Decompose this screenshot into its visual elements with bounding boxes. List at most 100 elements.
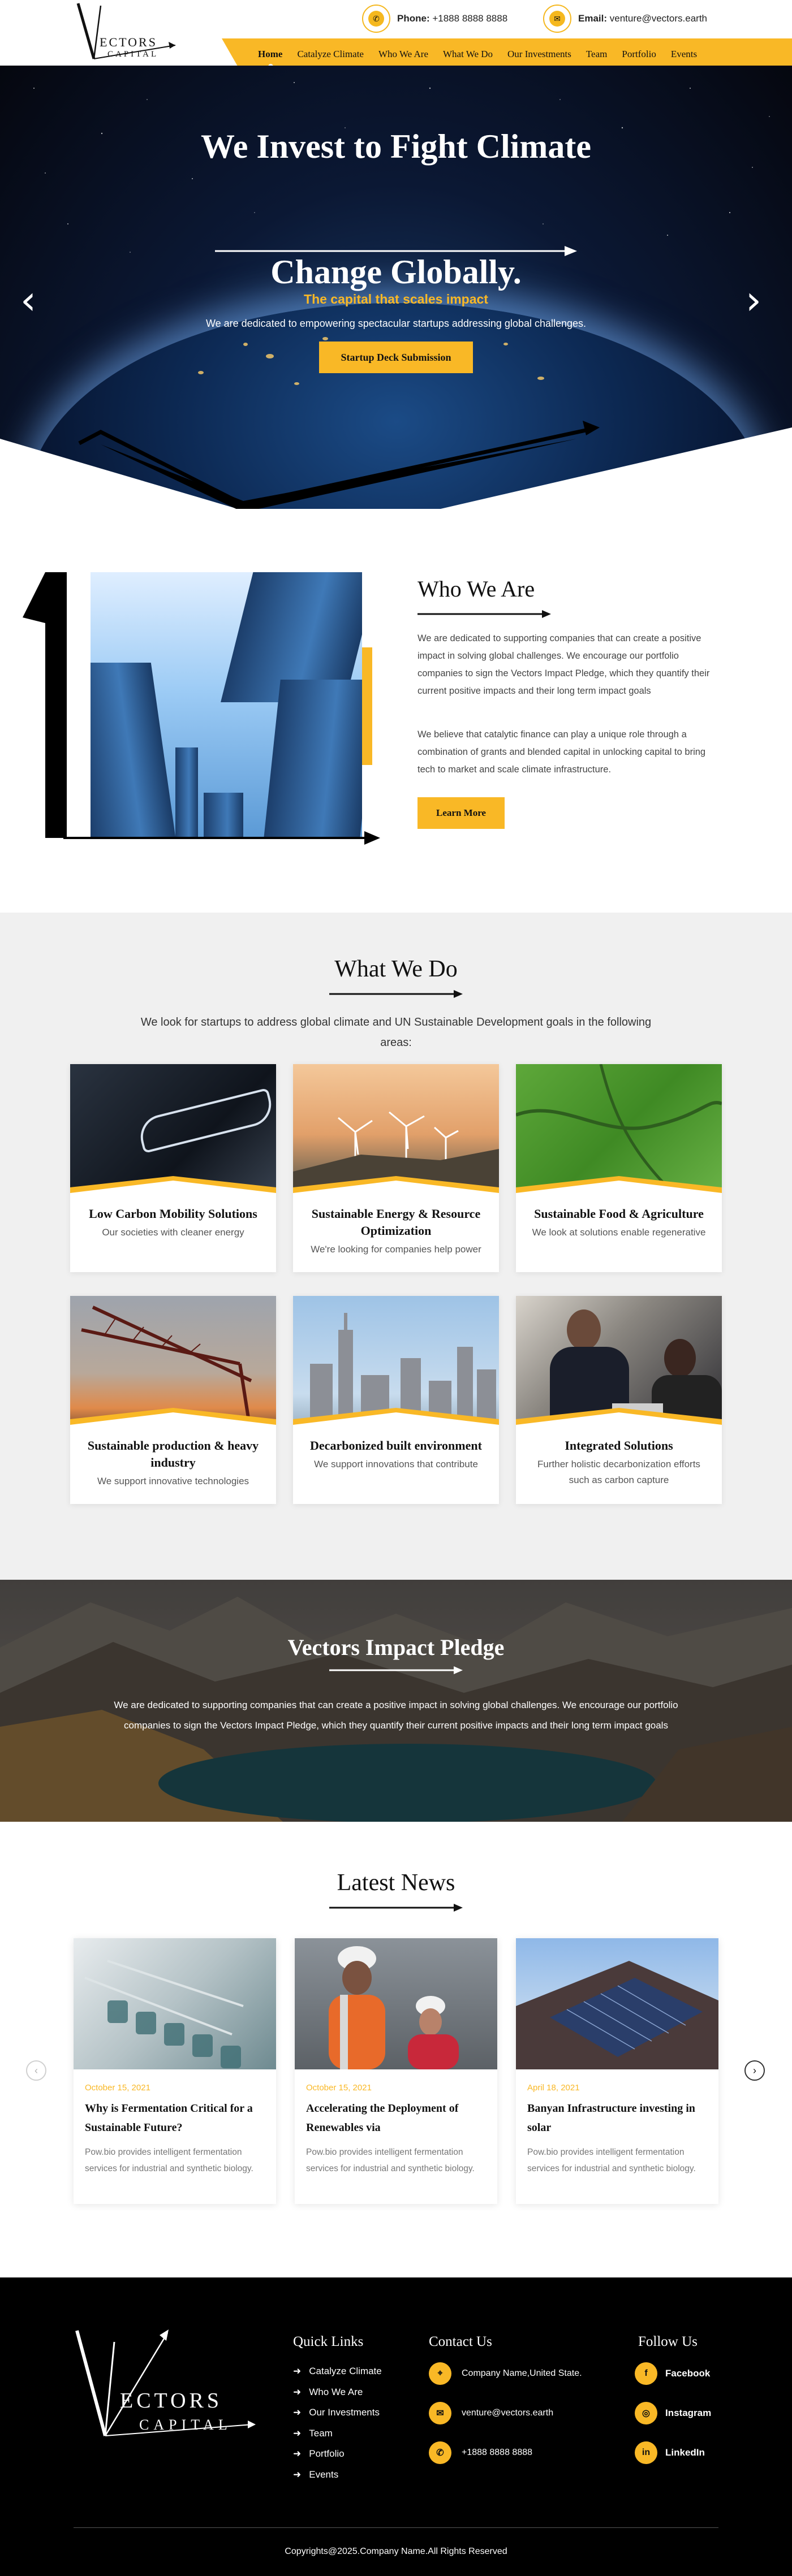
skyscrapers-image bbox=[91, 572, 362, 838]
what-we-do-intro: We look for startups to address global c… bbox=[140, 1016, 652, 1049]
chevron-left-icon[interactable]: ‹ bbox=[26, 2060, 46, 2081]
startup-deck-button[interactable]: Startup Deck Submission bbox=[319, 342, 473, 373]
news-excerpt: Pow.bio provides intelligent fermentatio… bbox=[306, 2147, 475, 2173]
arrow-right-icon: ➜ bbox=[293, 2386, 302, 2397]
area-card-text: Further holistic decarbonization efforts… bbox=[537, 1459, 700, 1485]
area-card-title: Decarbonized built environment bbox=[310, 1438, 482, 1453]
footer-logo-text-top: ECTORS bbox=[120, 2389, 223, 2413]
pledge-text: We are dedicated to supporting companies… bbox=[114, 1700, 678, 1731]
quick-link-label: Who We Are bbox=[309, 2386, 363, 2397]
what-we-do-section: What We Do We look for startups to addre… bbox=[0, 913, 792, 1580]
header-phone[interactable]: ✆ Phone: +1888 8888 8888 bbox=[362, 5, 507, 33]
area-card-energy[interactable]: Sustainable Energy & Resource Optimizati… bbox=[293, 1064, 499, 1272]
area-card-text: We're looking for companies help power bbox=[311, 1244, 481, 1255]
contact-us-title: Contact Us bbox=[429, 2334, 492, 2349]
green-fields-image bbox=[516, 1064, 722, 1204]
quick-link-events[interactable]: ➜ Events bbox=[293, 2465, 382, 2486]
phone-label: Phone: bbox=[397, 13, 430, 24]
news-card[interactable]: April 18, 2021 Banyan Infrastructure inv… bbox=[516, 1938, 718, 2204]
social-facebook[interactable]: f Facebook bbox=[635, 2362, 710, 2385]
quick-link-catalyze-climate[interactable]: ➜ Catalyze Climate bbox=[293, 2361, 382, 2382]
nav-events[interactable]: Events bbox=[671, 49, 697, 60]
area-card-text: We support innovations that contribute bbox=[314, 1459, 478, 1469]
arrow-right-icon bbox=[63, 831, 380, 845]
news-date: October 15, 2021 bbox=[85, 2083, 150, 2093]
arrow-right-icon bbox=[329, 1904, 463, 1912]
footer-phone[interactable]: ✆ +1888 8888 8888 bbox=[429, 2441, 532, 2464]
who-we-are-title: Who We Are bbox=[417, 576, 535, 602]
who-we-are-section: Who We Are We are dedicated to supportin… bbox=[0, 509, 792, 913]
quick-link-label: Portfolio bbox=[309, 2448, 345, 2459]
quick-link-our-investments[interactable]: ➜ Our Investments bbox=[293, 2402, 382, 2423]
news-title[interactable]: Banyan Infrastructure investing in solar bbox=[527, 2099, 708, 2137]
quick-link-label: Events bbox=[309, 2469, 339, 2480]
chevron-right-icon[interactable]: › bbox=[746, 280, 761, 320]
social-instagram[interactable]: ◎ Instagram bbox=[635, 2402, 711, 2424]
quick-link-portfolio[interactable]: ➜ Portfolio bbox=[293, 2444, 382, 2465]
quick-link-who-we-are[interactable]: ➜ Who We Are bbox=[293, 2382, 382, 2403]
chevron-left-icon[interactable]: ‹ bbox=[20, 280, 36, 320]
news-date: April 18, 2021 bbox=[527, 2083, 580, 2093]
social-linkedin[interactable]: in LinkedIn bbox=[635, 2441, 705, 2464]
nav-team[interactable]: Team bbox=[586, 49, 608, 60]
footer-phone-text: +1888 8888 8888 bbox=[462, 2448, 533, 2457]
news-card[interactable]: October 15, 2021 Why is Fermentation Cri… bbox=[74, 1938, 276, 2204]
footer-logo[interactable]: ECTORS CAPITAL bbox=[71, 2325, 264, 2455]
nav-catalyze-climate[interactable]: Catalyze Climate bbox=[297, 49, 364, 60]
chevron-right-icon[interactable]: › bbox=[744, 2060, 765, 2081]
wind-turbines-image bbox=[293, 1064, 499, 1204]
email-value: venture@vectors.earth bbox=[609, 13, 707, 24]
nav-what-we-do[interactable]: What We Do bbox=[443, 49, 493, 60]
header-email[interactable]: ✉ Email: venture@vectors.earth bbox=[543, 5, 707, 33]
news-title[interactable]: Accelerating the Deployment of Renewable… bbox=[306, 2099, 487, 2137]
lab-vials-image bbox=[74, 1938, 276, 2069]
copyright-text: Copyrights@2025.Company Name.All Rights … bbox=[285, 2547, 507, 2556]
nav-who-we-are[interactable]: Who We Are bbox=[378, 49, 428, 60]
hero-slider: We Invest to Fight Climate Change Global… bbox=[0, 66, 792, 509]
email-label: Email: bbox=[578, 13, 608, 24]
footer-address-text: Company Name,United State. bbox=[462, 2368, 582, 2378]
learn-more-button[interactable]: Learn More bbox=[417, 797, 505, 829]
footer-address: ⌖ Company Name,United State. bbox=[429, 2362, 582, 2385]
pledge-title: Vectors Impact Pledge bbox=[287, 1635, 505, 1660]
area-card-title: Integrated Solutions bbox=[565, 1438, 673, 1453]
arrow-right-icon bbox=[329, 1666, 463, 1674]
quick-link-team[interactable]: ➜ Team bbox=[293, 2423, 382, 2444]
area-card-built-environment[interactable]: Decarbonized built environment We suppor… bbox=[293, 1296, 499, 1504]
arrow-right-icon bbox=[329, 990, 463, 998]
area-card-mobility[interactable]: Low Carbon Mobility Solutions Our societ… bbox=[70, 1064, 276, 1272]
arrow-right-icon bbox=[417, 610, 551, 618]
hero-tagline: The capital that scales impact bbox=[304, 292, 488, 306]
nav-portfolio[interactable]: Portfolio bbox=[622, 49, 656, 60]
arrow-right-icon: ➜ bbox=[293, 2366, 302, 2376]
area-card-industry[interactable]: Sustainable production & heavy industry … bbox=[70, 1296, 276, 1504]
quick-links-title: Quick Links bbox=[293, 2334, 364, 2349]
news-title[interactable]: Why is Fermentation Critical for a Susta… bbox=[85, 2099, 266, 2137]
logo-text-bottom: CAPITAL bbox=[107, 50, 159, 59]
area-card-food[interactable]: Sustainable Food & Agriculture We look a… bbox=[516, 1064, 722, 1272]
nav-home[interactable]: Home bbox=[258, 49, 282, 69]
social-label: Facebook bbox=[665, 2368, 711, 2379]
area-card-text: We look at solutions enable regenerative bbox=[532, 1227, 706, 1238]
area-card-title: Low Carbon Mobility Solutions bbox=[89, 1207, 257, 1221]
car-headlight-image bbox=[70, 1064, 276, 1204]
facebook-icon: f bbox=[635, 2362, 657, 2385]
quick-links-list: ➜ Catalyze Climate ➜ Who We Are ➜ Our Inves… bbox=[293, 2361, 382, 2485]
hero-title-line2: Change Globally. bbox=[270, 253, 522, 291]
engineers-image bbox=[295, 1938, 497, 2069]
crane-sunset-image bbox=[70, 1296, 276, 1436]
site-footer: ECTORS CAPITAL Quick Links ➜ Catalyze Cli… bbox=[0, 2277, 792, 2576]
footer-email[interactable]: ✉ venture@vectors.earth bbox=[429, 2402, 553, 2424]
phone-icon: ✆ bbox=[362, 5, 390, 33]
nav-our-investments[interactable]: Our Investments bbox=[507, 49, 571, 60]
area-card-text: Our societies with cleaner energy bbox=[102, 1227, 244, 1238]
news-excerpt: Pow.bio provides intelligent fermentatio… bbox=[527, 2147, 696, 2173]
site-header: ECTORS CAPITAL ✆ Phone: +1888 8888 8888 … bbox=[0, 0, 792, 70]
area-card-text: We support innovative technologies bbox=[97, 1476, 249, 1486]
hero-title-line1: We Invest to Fight Climate bbox=[201, 128, 591, 165]
news-card[interactable]: October 15, 2021 Accelerating the Deploy… bbox=[295, 1938, 497, 2204]
area-card-integrated[interactable]: Integrated Solutions Further holistic de… bbox=[516, 1296, 722, 1504]
mail-icon: ✉ bbox=[543, 5, 571, 33]
business-meeting-image bbox=[516, 1296, 722, 1436]
site-logo[interactable]: ECTORS CAPITAL bbox=[68, 0, 181, 66]
